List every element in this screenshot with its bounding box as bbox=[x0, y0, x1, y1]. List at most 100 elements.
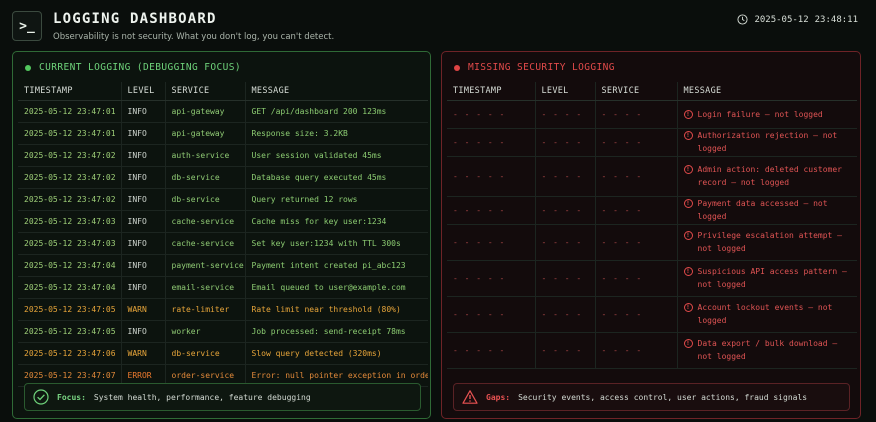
missing-message-text: Data export / bulk download — not logged bbox=[697, 339, 838, 361]
table-header-row: TIMESTAMP LEVEL SERVICE MESSAGE bbox=[447, 82, 857, 101]
missing-message: ! Payment data accessed — not logged bbox=[676, 196, 857, 225]
col-message: MESSAGE bbox=[244, 82, 428, 101]
log-timestamp: 2025-05-12 23:47:04 bbox=[18, 254, 121, 277]
log-service: cache-service bbox=[164, 232, 245, 255]
col-service: SERVICE bbox=[594, 82, 677, 101]
gaps-label: Gaps: bbox=[486, 392, 511, 402]
dashboard-header: >_ LOGGING DASHBOARD Observability is no… bbox=[12, 8, 864, 46]
log-timestamp: 2025-05-12 23:47:01 bbox=[18, 122, 121, 145]
missing-timestamp: - - - - - bbox=[447, 128, 535, 157]
log-level: INFO bbox=[120, 166, 165, 189]
missing-level: - - - - bbox=[534, 100, 595, 129]
missing-message-text: Admin action: deleted customer record — … bbox=[697, 165, 843, 187]
table-row: - - - - -- - - -- - - -! Data export / bu… bbox=[447, 332, 857, 369]
table-row: - - - - -- - - -- - - -! Suspicious API a… bbox=[447, 260, 857, 297]
missing-timestamp: - - - - - bbox=[447, 196, 535, 225]
missing-timestamp: - - - - - bbox=[447, 156, 535, 197]
missing-service: - - - - bbox=[594, 224, 677, 261]
col-level: LEVEL bbox=[534, 82, 595, 101]
missing-message-content: ! Suspicious API access pattern — not log… bbox=[683, 265, 854, 291]
missing-timestamp: - - - - - bbox=[447, 296, 535, 333]
missing-service: - - - - bbox=[594, 332, 677, 369]
missing-logging-table: TIMESTAMP LEVEL SERVICE MESSAGE - - - - … bbox=[447, 82, 857, 369]
check-circle-icon bbox=[33, 389, 49, 405]
table-row: 2025-05-12 23:47:02 INFO auth-service User … bbox=[18, 144, 428, 167]
alert-circle-icon: ! bbox=[683, 109, 693, 119]
clock: 2025-05-12 23:48:11 bbox=[737, 14, 858, 25]
missing-level: - - - - bbox=[534, 224, 595, 261]
missing-logging-title: MISSING SECURITY LOGGING bbox=[468, 62, 615, 73]
missing-logging-panel: MISSING SECURITY LOGGING TIMESTAMP LEVEL… bbox=[441, 51, 861, 419]
alert-circle-icon: ! bbox=[683, 339, 693, 348]
log-timestamp: 2025-05-12 23:47:02 bbox=[18, 144, 121, 167]
focus-text: System health, performance, feature debu… bbox=[93, 392, 311, 402]
alert-dot-icon bbox=[454, 64, 460, 71]
log-level: WARN bbox=[120, 298, 165, 321]
clock-date: 2025-05-12 bbox=[754, 14, 809, 25]
log-level: INFO bbox=[120, 320, 165, 343]
missing-service: - - - - bbox=[594, 260, 677, 297]
log-service: api-gateway bbox=[164, 100, 245, 123]
log-level: INFO bbox=[120, 254, 165, 277]
alert-circle-icon: ! bbox=[683, 231, 693, 240]
table-row: - - - - -- - - -- - - -! Privilege escala… bbox=[447, 224, 857, 261]
table-row: 2025-05-12 23:47:06 WARN db-service Slow qu… bbox=[18, 342, 428, 365]
missing-message-text: Suspicious API access pattern — not logg… bbox=[697, 267, 847, 289]
col-level: LEVEL bbox=[120, 82, 165, 101]
terminal-icon: >_ bbox=[12, 11, 42, 41]
table-row: 2025-05-12 23:47:05 WARN rate-limiter Rate … bbox=[18, 298, 428, 321]
log-service: worker bbox=[164, 320, 245, 343]
log-timestamp: 2025-05-12 23:47:05 bbox=[18, 320, 121, 343]
log-timestamp: 2025-05-12 23:47:02 bbox=[18, 188, 121, 211]
log-service: api-gateway bbox=[164, 122, 245, 145]
missing-level: - - - - bbox=[534, 296, 595, 333]
log-timestamp: 2025-05-12 23:47:04 bbox=[18, 276, 121, 299]
alert-circle-icon: ! bbox=[683, 131, 693, 140]
log-service: db-service bbox=[164, 166, 245, 189]
table-row: 2025-05-12 23:47:05 INFO worker Job process… bbox=[18, 320, 428, 343]
log-level: INFO bbox=[120, 100, 165, 123]
current-logging-table: TIMESTAMP LEVEL SERVICE MESSAGE 2025-05-… bbox=[18, 82, 428, 387]
table-header-row: TIMESTAMP LEVEL SERVICE MESSAGE bbox=[18, 82, 428, 101]
missing-timestamp: - - - - - bbox=[447, 100, 535, 129]
log-service: rate-limiter bbox=[164, 298, 245, 321]
table-row: - - - - -- - - -- - - -! Authorization re… bbox=[447, 128, 857, 157]
col-message: MESSAGE bbox=[676, 82, 857, 101]
missing-service: - - - - bbox=[594, 128, 677, 157]
missing-message-content: ! Account lockout events — not logged bbox=[683, 301, 854, 327]
table-row: - - - - -- - - -- - - -! Login failure — … bbox=[447, 100, 857, 129]
log-message: Rate limit near threshold (80%) bbox=[244, 298, 428, 321]
status-dot-icon bbox=[25, 64, 31, 71]
missing-timestamp: - - - - - bbox=[447, 224, 535, 261]
missing-level: - - - - bbox=[534, 128, 595, 157]
missing-message: ! Login failure — not logged bbox=[676, 100, 857, 129]
missing-service: - - - - bbox=[594, 156, 677, 197]
missing-message: ! Data export / bulk download — not logge… bbox=[676, 332, 857, 369]
current-logging-panel: CURRENT LOGGING (DEBUGGING FOCUS) TIMEST… bbox=[12, 51, 431, 419]
col-service: SERVICE bbox=[164, 82, 245, 101]
missing-message-text: Login failure — not logged bbox=[697, 109, 823, 119]
gaps-text: Security events, access control, user ac… bbox=[518, 392, 808, 402]
log-timestamp: 2025-05-12 23:47:03 bbox=[18, 210, 121, 233]
log-service: db-service bbox=[164, 188, 245, 211]
missing-level: - - - - bbox=[534, 332, 595, 369]
log-timestamp: 2025-05-12 23:47:05 bbox=[18, 298, 121, 321]
missing-message: ! Authorization rejection — not logged bbox=[676, 128, 857, 157]
log-message: Database query executed 45ms bbox=[244, 166, 428, 189]
log-level: INFO bbox=[120, 210, 165, 233]
col-timestamp: TIMESTAMP bbox=[18, 82, 121, 101]
current-logging-title: CURRENT LOGGING (DEBUGGING FOCUS) bbox=[39, 62, 241, 73]
log-service: email-service bbox=[164, 276, 245, 299]
alert-circle-icon: ! bbox=[683, 165, 693, 174]
missing-message-content: ! Data export / bulk download — not logge… bbox=[683, 337, 854, 363]
log-service: payment-service bbox=[164, 254, 245, 277]
table-row: 2025-05-12 23:47:03 INFO cache-service Cach… bbox=[18, 210, 428, 233]
page-subtitle: Observability is not security. What you … bbox=[53, 32, 335, 42]
missing-message-text: Authorization rejection — not logged bbox=[697, 131, 838, 153]
table-row: 2025-05-12 23:47:01 INFO api-gateway Respon… bbox=[18, 122, 428, 145]
missing-message: ! Account lockout events — not logged bbox=[676, 296, 857, 333]
alert-circle-icon: ! bbox=[683, 303, 693, 312]
missing-service: - - - - bbox=[594, 196, 677, 225]
log-timestamp: 2025-05-12 23:47:01 bbox=[18, 100, 121, 123]
log-message: GET /api/dashboard 200 123ms bbox=[244, 100, 428, 123]
